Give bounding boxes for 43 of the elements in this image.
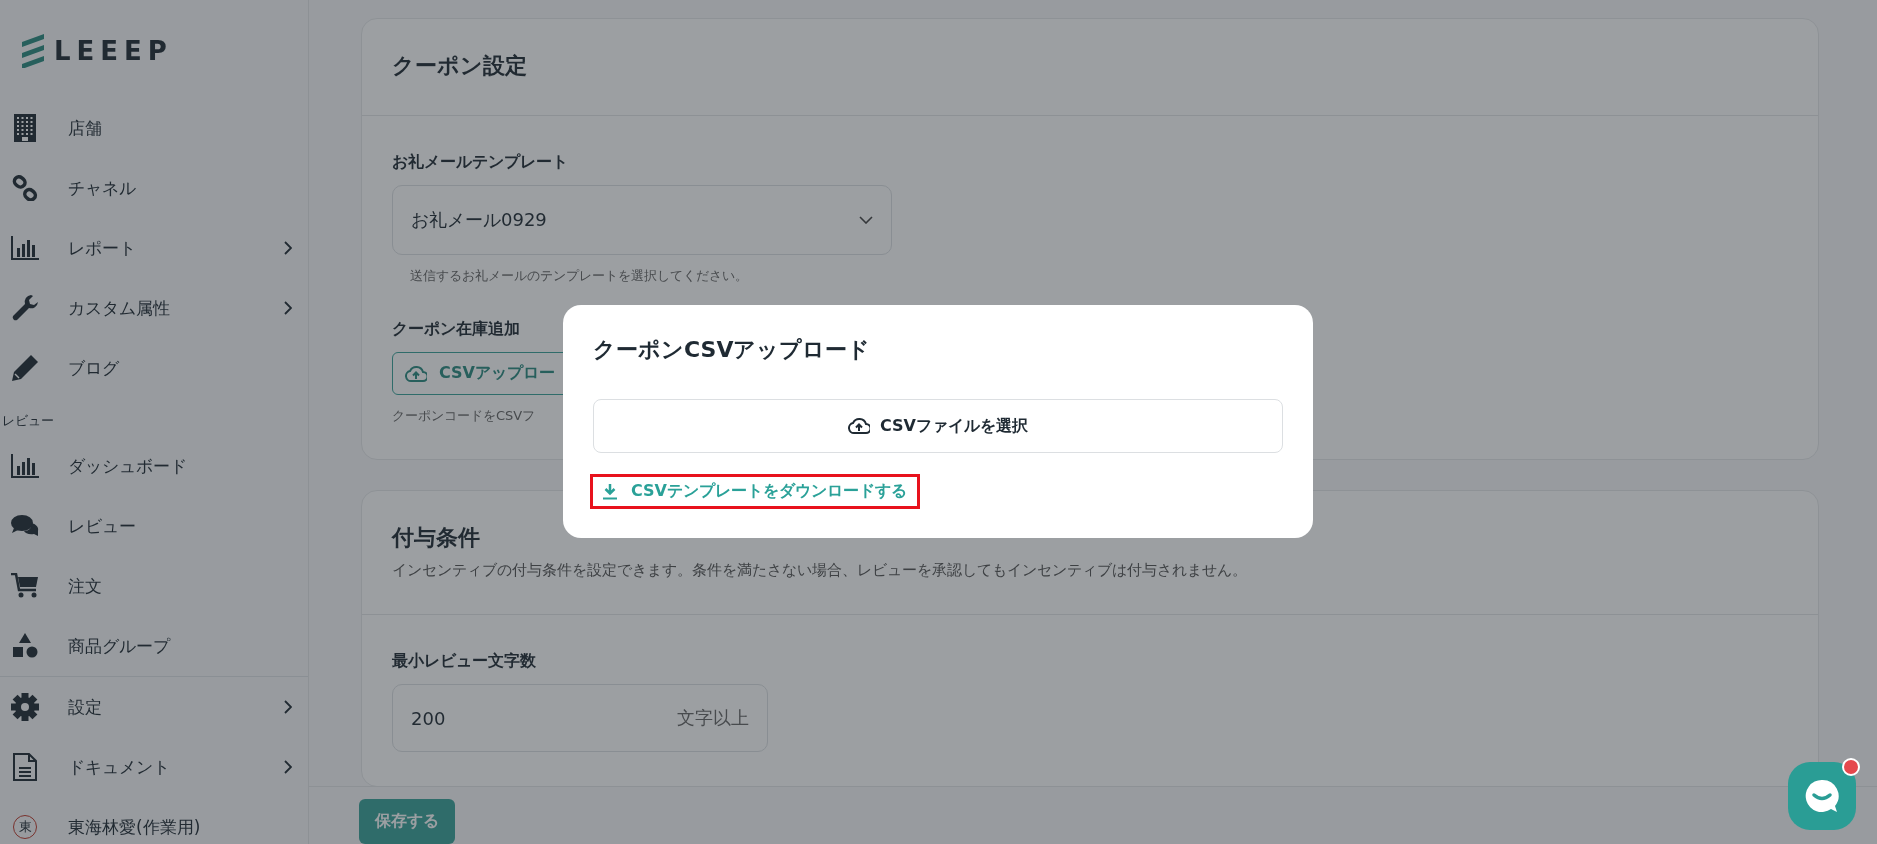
nav-item[interactable]: レポート bbox=[0, 218, 308, 278]
logo-text: LEEEP bbox=[54, 36, 173, 66]
chat-bubbles-icon bbox=[11, 514, 39, 538]
download-icon bbox=[603, 483, 617, 500]
card-title: 付与条件 bbox=[392, 524, 481, 552]
nav-item[interactable]: ダッシュボード bbox=[0, 436, 308, 496]
bar-chart-icon bbox=[11, 454, 39, 478]
logo-icon bbox=[20, 34, 46, 68]
field-label: お礼メールテンプレート bbox=[392, 152, 569, 173]
card-description: インセンティブの付与条件を設定できます。条件を満たさない場合、レビューを承認してもインセンティブは付与されません。 bbox=[392, 561, 1248, 580]
chat-icon bbox=[1804, 778, 1840, 814]
wrench-icon bbox=[11, 294, 39, 322]
min-length-input[interactable]: 200 文字以上 bbox=[392, 684, 768, 752]
cloud-upload-icon bbox=[405, 365, 427, 382]
settings-icon bbox=[11, 693, 39, 721]
user-menu[interactable]: 東 東海林愛(作業用) bbox=[0, 797, 308, 844]
chevron-down-icon bbox=[859, 216, 873, 224]
nav-item[interactable]: 商品グループ bbox=[0, 616, 308, 676]
field-label: 最小レビュー文字数 bbox=[392, 651, 537, 672]
nav-item[interactable]: ブログ bbox=[0, 338, 308, 398]
nav-item[interactable]: チャネル bbox=[0, 158, 308, 218]
nav-item[interactable]: ドキュメント bbox=[0, 737, 308, 797]
nav-item[interactable]: 店舗 bbox=[0, 98, 308, 158]
nav-item[interactable]: レビュー bbox=[0, 496, 308, 556]
download-template-link[interactable]: CSVテンプレートをダウンロードする bbox=[593, 477, 917, 506]
cart-icon bbox=[11, 573, 39, 599]
building-icon bbox=[14, 114, 36, 142]
link-icon bbox=[12, 175, 38, 201]
nav-item[interactable]: 注文 bbox=[0, 556, 308, 616]
field-label: クーポン在庫追加 bbox=[392, 319, 521, 340]
select-file-button[interactable]: CSVファイルを選択 bbox=[593, 399, 1283, 453]
help-text: 送信するお礼メールのテンプレートを選択してください。 bbox=[409, 267, 749, 285]
template-select[interactable]: お礼メール0929 bbox=[392, 185, 892, 255]
bar-chart-icon bbox=[11, 236, 39, 260]
section-heading: レビュー bbox=[1, 412, 55, 430]
card-title: クーポン設定 bbox=[392, 52, 528, 80]
document-icon bbox=[13, 753, 37, 781]
input-suffix: 文字以上 bbox=[677, 706, 749, 730]
shapes-icon bbox=[12, 633, 38, 659]
pencil-icon bbox=[11, 354, 39, 382]
nav-item[interactable]: 設定 bbox=[0, 677, 308, 737]
cloud-upload-icon bbox=[848, 418, 870, 434]
nav-item[interactable]: カスタム属性 bbox=[0, 278, 308, 338]
